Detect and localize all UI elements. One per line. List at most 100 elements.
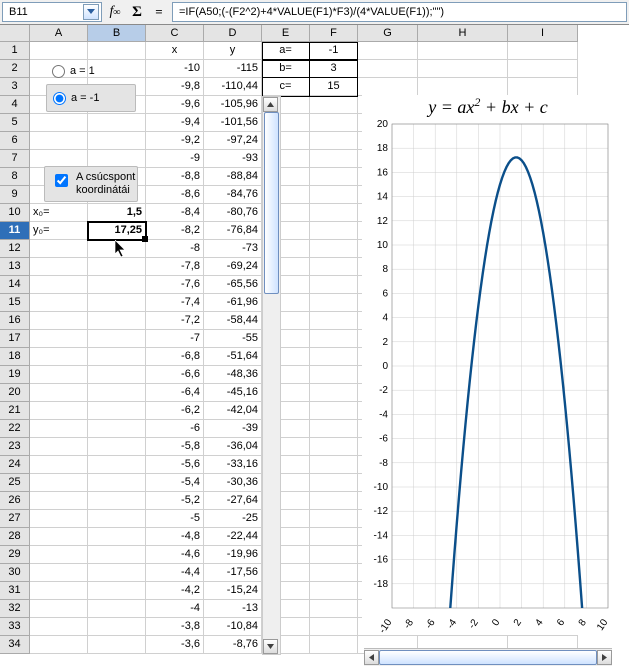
cell-A25[interactable] <box>30 474 88 492</box>
row-header-4[interactable]: 4 <box>0 96 30 114</box>
cell-B33[interactable] <box>88 618 146 636</box>
cell-B26[interactable] <box>88 492 146 510</box>
radio-a-eq-1[interactable]: a = 1 <box>46 58 136 84</box>
cell-A14[interactable] <box>30 276 88 294</box>
cell-D3[interactable]: -110,44 <box>204 78 262 96</box>
cell-D31[interactable]: -15,24 <box>204 582 262 600</box>
row-header-21[interactable]: 21 <box>0 402 30 420</box>
cell-F7[interactable] <box>310 150 358 168</box>
row-header-34[interactable]: 34 <box>0 636 30 654</box>
col-header-D[interactable]: D <box>204 25 262 42</box>
cell-F34[interactable] <box>310 636 358 654</box>
cell-D11[interactable]: -76,84 <box>204 222 262 240</box>
cell-F12[interactable] <box>310 240 358 258</box>
row-header-6[interactable]: 6 <box>0 132 30 150</box>
cell-B6[interactable] <box>88 132 146 150</box>
cell-F11[interactable] <box>310 222 358 240</box>
cell-D17[interactable]: -55 <box>204 330 262 348</box>
cell-B16[interactable] <box>88 312 146 330</box>
cell-C8[interactable]: -8,8 <box>146 168 204 186</box>
cell-F5[interactable] <box>310 114 358 132</box>
cell-F20[interactable] <box>310 384 358 402</box>
cell-B30[interactable] <box>88 564 146 582</box>
cell-F25[interactable] <box>310 474 358 492</box>
select-all-corner[interactable] <box>0 25 30 42</box>
cell-C16[interactable]: -7,2 <box>146 312 204 330</box>
cell-A17[interactable] <box>30 330 88 348</box>
cell-C2[interactable]: -10 <box>146 60 204 78</box>
cell-C19[interactable]: -6,6 <box>146 366 204 384</box>
cell-C14[interactable]: -7,6 <box>146 276 204 294</box>
cell-D19[interactable]: -48,36 <box>204 366 262 384</box>
cell-D28[interactable]: -22,44 <box>204 528 262 546</box>
row-header-10[interactable]: 10 <box>0 204 30 222</box>
inner-scroll-thumb[interactable] <box>264 112 279 294</box>
col-header-I[interactable]: I <box>508 25 578 42</box>
cell-D5[interactable]: -101,56 <box>204 114 262 132</box>
cell-D1[interactable]: y <box>204 42 262 60</box>
cell-A27[interactable] <box>30 510 88 528</box>
row-header-22[interactable]: 22 <box>0 420 30 438</box>
cell-D32[interactable]: -13 <box>204 600 262 618</box>
cell-F3[interactable]: 15 <box>310 78 358 96</box>
cell-F21[interactable] <box>310 402 358 420</box>
col-header-C[interactable]: C <box>146 25 204 42</box>
cell-D26[interactable]: -27,64 <box>204 492 262 510</box>
radio-a-eq-1-input[interactable] <box>52 65 65 78</box>
cell-F24[interactable] <box>310 456 358 474</box>
cell-A31[interactable] <box>30 582 88 600</box>
cell-D33[interactable]: -10,84 <box>204 618 262 636</box>
cell-B20[interactable] <box>88 384 146 402</box>
cell-C33[interactable]: -3,8 <box>146 618 204 636</box>
cell-F2[interactable]: 3 <box>310 60 358 78</box>
row-header-15[interactable]: 15 <box>0 294 30 312</box>
row-header-28[interactable]: 28 <box>0 528 30 546</box>
cell-D25[interactable]: -30,36 <box>204 474 262 492</box>
cell-A21[interactable] <box>30 402 88 420</box>
col-header-F[interactable]: F <box>310 25 358 42</box>
col-header-H[interactable]: H <box>418 25 508 42</box>
equals-icon[interactable]: = <box>150 3 168 21</box>
row-header-32[interactable]: 32 <box>0 600 30 618</box>
cell-B10[interactable]: 1,5 <box>88 204 146 222</box>
checkbox-vertex-input[interactable] <box>55 174 68 187</box>
row-header-9[interactable]: 9 <box>0 186 30 204</box>
row-header-12[interactable]: 12 <box>0 240 30 258</box>
cell-C3[interactable]: -9,8 <box>146 78 204 96</box>
cell-B25[interactable] <box>88 474 146 492</box>
cell-A26[interactable] <box>30 492 88 510</box>
cell-F15[interactable] <box>310 294 358 312</box>
cell-G3[interactable] <box>358 78 418 96</box>
cell-D13[interactable]: -69,24 <box>204 258 262 276</box>
cell-D9[interactable]: -84,76 <box>204 186 262 204</box>
row-header-17[interactable]: 17 <box>0 330 30 348</box>
row-header-31[interactable]: 31 <box>0 582 30 600</box>
inner-scroll-down-button[interactable] <box>263 639 278 654</box>
cell-B32[interactable] <box>88 600 146 618</box>
cell-F22[interactable] <box>310 420 358 438</box>
cell-A5[interactable] <box>30 114 88 132</box>
cell-D27[interactable]: -25 <box>204 510 262 528</box>
cell-B22[interactable] <box>88 420 146 438</box>
cell-D10[interactable]: -80,76 <box>204 204 262 222</box>
cell-A11[interactable]: y₀= <box>30 222 88 240</box>
cell-F31[interactable] <box>310 582 358 600</box>
checkbox-vertex[interactable]: A csúcspont koordinátái <box>44 166 138 202</box>
row-header-30[interactable]: 30 <box>0 564 30 582</box>
cell-C20[interactable]: -6,4 <box>146 384 204 402</box>
row-header-5[interactable]: 5 <box>0 114 30 132</box>
cell-F1[interactable]: -1 <box>310 42 358 60</box>
sum-icon[interactable]: Σ <box>128 3 146 21</box>
cell-C15[interactable]: -7,4 <box>146 294 204 312</box>
cell-G1[interactable] <box>358 42 418 60</box>
cell-D2[interactable]: -115 <box>204 60 262 78</box>
cell-F8[interactable] <box>310 168 358 186</box>
row-header-29[interactable]: 29 <box>0 546 30 564</box>
cell-C28[interactable]: -4,8 <box>146 528 204 546</box>
cell-C21[interactable]: -6,2 <box>146 402 204 420</box>
cell-D22[interactable]: -39 <box>204 420 262 438</box>
row-header-16[interactable]: 16 <box>0 312 30 330</box>
cell-B31[interactable] <box>88 582 146 600</box>
inner-hscroll-right-button[interactable] <box>597 650 612 665</box>
cell-D8[interactable]: -88,84 <box>204 168 262 186</box>
